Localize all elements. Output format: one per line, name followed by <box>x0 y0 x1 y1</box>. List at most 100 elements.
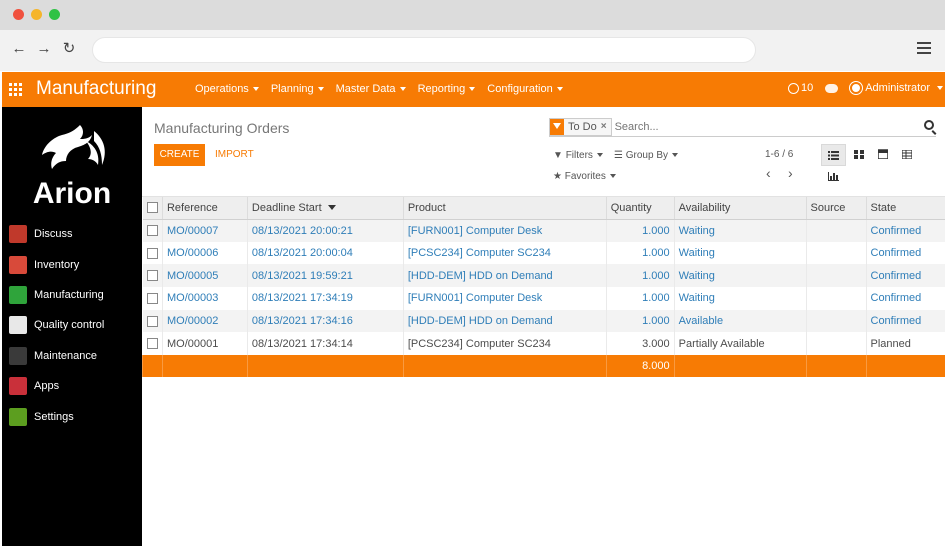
cell-reference[interactable]: MO/00005 <box>161 264 248 288</box>
pager-next-icon[interactable]: › <box>788 165 793 181</box>
table-row[interactable]: MO/00005 08/13/2021 19:59:21 [HDD-DEM] HDD… <box>142 264 945 288</box>
cell-reference[interactable]: MO/00001 <box>161 332 248 356</box>
sidebar-item-inventory[interactable]: Inventory <box>9 255 79 275</box>
row-checkbox[interactable] <box>146 225 158 237</box>
favorites-dropdown[interactable]: ★ Favorites <box>553 171 616 182</box>
cell-product[interactable]: [PCSC234] Computer SC234 <box>402 332 607 356</box>
menu-configuration[interactable]: Configuration <box>487 83 563 95</box>
cell-product[interactable]: [FURN001] Computer Desk <box>402 287 607 310</box>
column-header-source[interactable]: Source <box>805 197 866 220</box>
cell-deadline-start[interactable]: 08/13/2021 17:34:19 <box>246 287 404 310</box>
cell-state[interactable]: Confirmed <box>865 264 945 288</box>
sidebar-item-discuss[interactable]: Discuss <box>9 224 73 244</box>
cell-quantity[interactable]: 1.000 <box>605 264 675 288</box>
cell-product[interactable]: [HDD-DEM] HDD on Demand <box>402 264 607 288</box>
row-checkbox[interactable] <box>146 315 158 327</box>
pivot-view-button[interactable] <box>894 144 919 166</box>
table-row[interactable]: MO/00001 08/13/2021 17:34:14 [PCSC234] Com… <box>142 332 945 356</box>
cell-availability[interactable]: Partially Available <box>673 332 807 356</box>
row-checkbox[interactable] <box>146 338 158 350</box>
table-row[interactable]: MO/00007 08/13/2021 20:00:21 [FURN001] Com… <box>142 219 945 242</box>
sidebar-item-manufacturing[interactable]: Manufacturing <box>9 285 104 305</box>
select-all-checkbox[interactable] <box>146 202 158 214</box>
sidebar-item-apps[interactable]: Apps <box>9 376 59 396</box>
groupby-dropdown[interactable]: ☰ Group By <box>614 150 678 161</box>
cell-source[interactable] <box>805 309 866 333</box>
pager-value[interactable]: 1-6 / 6 <box>765 149 793 160</box>
graph-view-button[interactable] <box>821 166 846 188</box>
cell-state[interactable]: Confirmed <box>865 309 945 333</box>
menu-reporting[interactable]: Reporting <box>418 83 476 95</box>
pager-previous-icon[interactable]: ‹ <box>766 165 771 181</box>
cell-quantity[interactable]: 1.000 <box>605 309 675 333</box>
sidebar-item-settings[interactable]: Settings <box>9 407 74 427</box>
sidebar-item-quality-control[interactable]: Quality control <box>9 315 104 335</box>
cell-source[interactable] <box>805 241 866 265</box>
chat-icon[interactable] <box>825 83 839 93</box>
cell-deadline-start[interactable]: 08/13/2021 20:00:21 <box>246 219 404 242</box>
cell-quantity[interactable]: 1.000 <box>605 287 675 310</box>
row-checkbox[interactable] <box>146 293 158 304</box>
cell-deadline-start[interactable]: 08/13/2021 17:34:16 <box>246 309 404 333</box>
table-row[interactable]: MO/00002 08/13/2021 17:34:16 [HDD-DEM] HDD… <box>142 309 945 333</box>
cell-product[interactable]: [PCSC234] Computer SC234 <box>402 241 607 265</box>
menu-planning[interactable]: Planning <box>271 83 324 95</box>
browser-menu-icon[interactable] <box>917 42 931 54</box>
cell-source[interactable] <box>805 332 866 356</box>
column-header-availability[interactable]: Availability <box>673 197 807 220</box>
cell-source[interactable] <box>805 219 866 242</box>
cell-deadline-start[interactable]: 08/13/2021 20:00:04 <box>246 241 404 265</box>
cell-state[interactable]: Confirmed <box>865 241 945 265</box>
column-header-quantity[interactable]: Quantity <box>605 197 675 220</box>
search-input[interactable] <box>614 120 915 133</box>
cell-quantity[interactable]: 1.000 <box>605 241 675 265</box>
apps-grid-icon[interactable] <box>9 83 22 96</box>
reload-icon[interactable]: ↻ <box>60 40 78 58</box>
row-checkbox[interactable] <box>146 247 158 259</box>
cell-state[interactable]: Planned <box>865 332 945 356</box>
cell-quantity[interactable]: 3.000 <box>605 332 675 356</box>
cell-availability[interactable]: Waiting <box>673 241 807 265</box>
menu-operations[interactable]: Operations <box>195 83 259 95</box>
close-window-button[interactable] <box>13 9 24 20</box>
list-view-button[interactable] <box>821 144 846 166</box>
calendar-view-button[interactable] <box>870 144 895 166</box>
cell-source[interactable] <box>805 264 866 288</box>
row-checkbox[interactable] <box>146 270 158 282</box>
column-header-product[interactable]: Product <box>402 197 607 220</box>
cell-reference[interactable]: MO/00006 <box>161 241 248 265</box>
column-header-deadline-start[interactable]: Deadline Start <box>246 197 404 220</box>
address-bar[interactable] <box>92 37 756 63</box>
kanban-view-button[interactable] <box>846 144 871 166</box>
column-header-state[interactable]: State <box>865 197 945 220</box>
cell-availability[interactable]: Available <box>673 309 807 333</box>
search-icon[interactable] <box>924 120 934 130</box>
import-button[interactable]: IMPORT <box>215 149 254 160</box>
cell-availability[interactable]: Waiting <box>673 264 807 288</box>
sidebar-item-maintenance[interactable]: Maintenance <box>9 346 97 366</box>
app-brand[interactable]: Manufacturing <box>36 78 156 100</box>
cell-deadline-start[interactable]: 08/13/2021 17:34:14 <box>246 332 404 356</box>
create-button[interactable]: CREATE <box>154 144 205 166</box>
user-menu[interactable]: Administrator <box>850 82 943 94</box>
menu-master-data[interactable]: Master Data <box>336 83 406 95</box>
cell-product[interactable]: [HDD-DEM] HDD on Demand <box>402 309 607 333</box>
cell-quantity[interactable]: 1.000 <box>605 219 675 242</box>
cell-availability[interactable]: Waiting <box>673 287 807 310</box>
table-row[interactable]: MO/00003 08/13/2021 17:34:19 [FURN001] Com… <box>142 287 945 310</box>
column-header-reference[interactable]: Reference <box>161 197 248 220</box>
cell-deadline-start[interactable]: 08/13/2021 19:59:21 <box>246 264 404 288</box>
remove-facet-icon[interactable]: × <box>601 121 607 132</box>
back-arrow-icon[interactable]: ← <box>10 40 28 58</box>
forward-arrow-icon[interactable]: → <box>35 40 53 58</box>
cell-availability[interactable]: Waiting <box>673 219 807 242</box>
cell-state[interactable]: Confirmed <box>865 219 945 242</box>
cell-source[interactable] <box>805 287 866 310</box>
table-row[interactable]: MO/00006 08/13/2021 20:00:04 [PCSC234] Com… <box>142 241 945 265</box>
activity-menu[interactable]: 10 <box>787 82 813 94</box>
cell-reference[interactable]: MO/00002 <box>161 309 248 333</box>
cell-state[interactable]: Confirmed <box>865 287 945 310</box>
cell-reference[interactable]: MO/00007 <box>161 219 248 242</box>
filters-dropdown[interactable]: ▼ Filters <box>553 150 603 161</box>
maximize-window-button[interactable] <box>49 9 60 20</box>
